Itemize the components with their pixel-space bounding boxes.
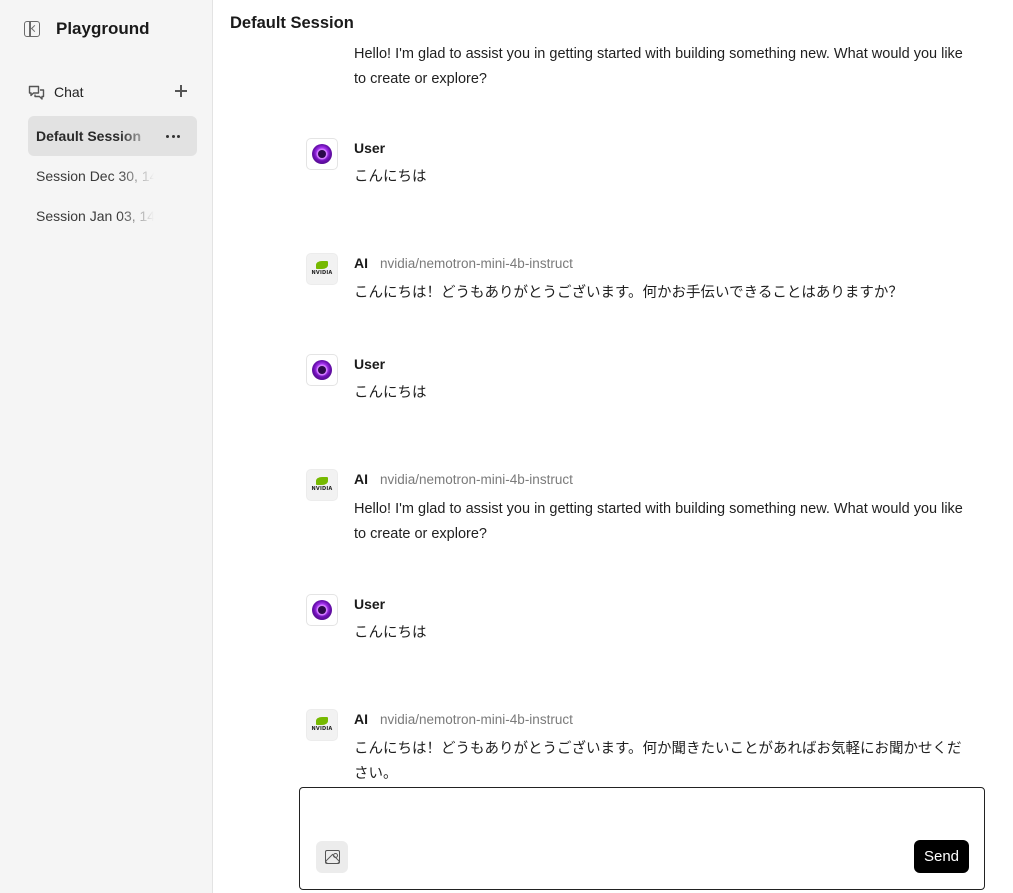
message-text: こんにちは！どうもありがとうございます。何かお手伝いできることはありますか？ — [354, 285, 903, 301]
nvidia-logo-icon: NVIDIA — [312, 717, 332, 733]
message-header: User — [354, 356, 385, 372]
sender-name: AI — [354, 255, 368, 271]
message-header: AI nvidia/nemotron-mini-4b-instruct — [354, 711, 573, 727]
session-item-default[interactable]: Default Session — [28, 116, 197, 156]
message-text: こんにちは — [354, 625, 427, 641]
session-item-dec-30[interactable]: Session Dec 30, 14 — [28, 156, 197, 196]
user-avatar — [306, 354, 338, 386]
image-icon — [324, 850, 340, 864]
sender-name: User — [354, 356, 386, 372]
sidebar-toggle-icon[interactable] — [24, 21, 40, 37]
session-label: Session Dec 30, 14 — [36, 168, 154, 184]
user-avatar-icon — [312, 360, 332, 380]
user-avatar — [306, 138, 338, 170]
model-name: nvidia/nemotron-mini-4b-instruct — [380, 472, 573, 487]
message-header: User — [354, 596, 385, 612]
sender-name: User — [354, 596, 386, 612]
message-header: AI nvidia/nemotron-mini-4b-instruct — [354, 471, 573, 487]
message-text: Hello! I'm glad to assist you in getting… — [354, 46, 963, 87]
message-list[interactable]: Hello! I'm glad to assist you in getting… — [214, 40, 1013, 788]
model-name: nvidia/nemotron-mini-4b-instruct — [380, 712, 573, 727]
message-text: こんにちは！どうもありがとうございます。何か聞きたいことがあればお気軽にお聞かせ… — [354, 741, 962, 782]
user-avatar — [306, 594, 338, 626]
new-session-plus-icon[interactable] — [173, 83, 189, 99]
message-text: こんにちは — [354, 169, 427, 185]
session-item-jan-03[interactable]: Session Jan 03, 14 — [28, 196, 197, 236]
send-button[interactable]: Send — [914, 840, 969, 873]
sender-name: User — [354, 140, 386, 156]
sender-name: AI — [354, 471, 368, 487]
page-title: Default Session — [230, 14, 354, 32]
message-composer: Send — [299, 787, 985, 890]
attach-image-button[interactable] — [316, 841, 348, 873]
chat-label: Chat — [54, 84, 84, 100]
nvidia-logo-icon: NVIDIA — [312, 261, 332, 277]
model-name: nvidia/nemotron-mini-4b-instruct — [380, 256, 573, 271]
more-options-icon[interactable] — [166, 129, 180, 143]
message-header: User — [354, 140, 385, 156]
chat-section: Chat — [28, 80, 193, 104]
app-title: Playground — [56, 19, 150, 38]
nvidia-logo-icon: NVIDIA — [312, 477, 332, 493]
sidebar: Playground Chat Default Session Session … — [0, 0, 213, 893]
user-avatar-icon — [312, 144, 332, 164]
ai-avatar: NVIDIA — [306, 709, 338, 741]
ai-avatar: NVIDIA — [306, 469, 338, 501]
message-input[interactable] — [314, 798, 970, 834]
sender-name: AI — [354, 711, 368, 727]
sidebar-header: Playground — [24, 16, 150, 42]
message-text: Hello! I'm glad to assist you in getting… — [354, 501, 963, 542]
message-text: こんにちは — [354, 385, 427, 401]
session-label: Default Session — [36, 128, 142, 144]
session-label: Session Jan 03, 14 — [36, 208, 154, 224]
message-header: AI nvidia/nemotron-mini-4b-instruct — [354, 255, 573, 271]
ai-avatar: NVIDIA — [306, 253, 338, 285]
chat-bubbles-icon — [28, 84, 45, 101]
user-avatar-icon — [312, 600, 332, 620]
